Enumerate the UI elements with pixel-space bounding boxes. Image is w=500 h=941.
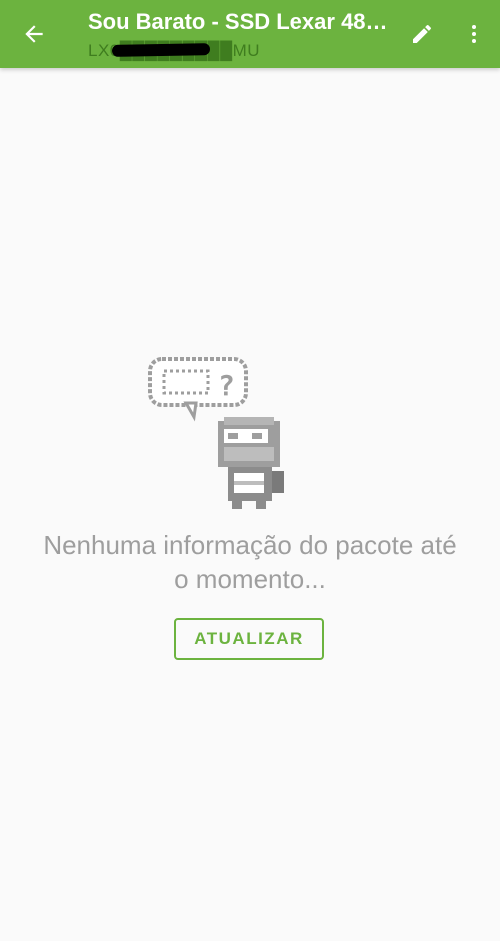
pixel-robot-question-icon: ?	[148, 357, 284, 509]
svg-text:?: ?	[218, 369, 235, 402]
arrow-left-icon	[25, 25, 43, 43]
edit-button[interactable]	[402, 14, 442, 54]
app-toolbar: Sou Barato - SSD Lexar 480GB LX0████████…	[0, 0, 500, 68]
empty-state-message: Nenhuma informação do pacote até o momen…	[43, 530, 457, 594]
redaction-mark	[111, 43, 211, 57]
pencil-icon	[413, 24, 432, 43]
refresh-button[interactable]: ATUALIZAR	[174, 618, 324, 660]
package-title: Sou Barato - SSD Lexar 480GB	[88, 9, 398, 34]
back-button[interactable]	[14, 14, 54, 54]
more-options-button[interactable]	[454, 14, 494, 54]
more-vert-icon	[472, 25, 476, 43]
